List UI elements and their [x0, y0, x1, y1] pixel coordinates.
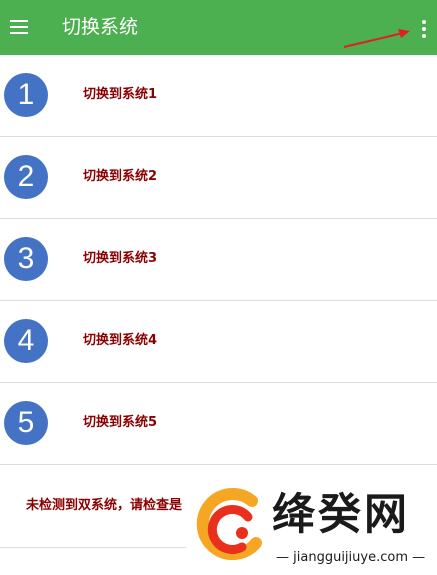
watermark-logo-icon: [196, 488, 262, 561]
list-item-label: 切换到系统5: [83, 415, 158, 430]
system-list: 1 切换到系统1 2 切换到系统2 3 切换到系统3 4 切换到系统4 5 切换…: [0, 55, 437, 465]
watermark-url: — jiangguijiuye.com —: [276, 550, 426, 565]
list-item-label: 切换到系统4: [83, 333, 158, 348]
list-item-system-3[interactable]: 3 切换到系统3: [0, 219, 437, 301]
number-badge: 3: [4, 237, 48, 281]
watermark: 绛癸网 — jiangguijiuye.com —: [186, 483, 437, 575]
list-item-label: 切换到系统2: [83, 169, 158, 184]
number-badge: 4: [4, 319, 48, 363]
watermark-url-text: jiangguijiuye.com: [293, 550, 408, 565]
list-item-label: 切换到系统1: [83, 87, 158, 102]
list-item-system-4[interactable]: 4 切换到系统4: [0, 301, 437, 383]
number-badge: 1: [4, 73, 48, 117]
watermark-name: 绛癸网: [272, 490, 410, 540]
list-item-system-5[interactable]: 5 切换到系统5: [0, 383, 437, 465]
number-badge: 5: [4, 401, 48, 445]
list-item-system-2[interactable]: 2 切换到系统2: [0, 137, 437, 219]
number-badge: 2: [4, 155, 48, 199]
list-item-label: 切换到系统3: [83, 251, 158, 266]
list-item-system-1[interactable]: 1 切换到系统1: [0, 55, 437, 137]
notice-text: 未检测到双系统，请检查是: [26, 498, 183, 513]
